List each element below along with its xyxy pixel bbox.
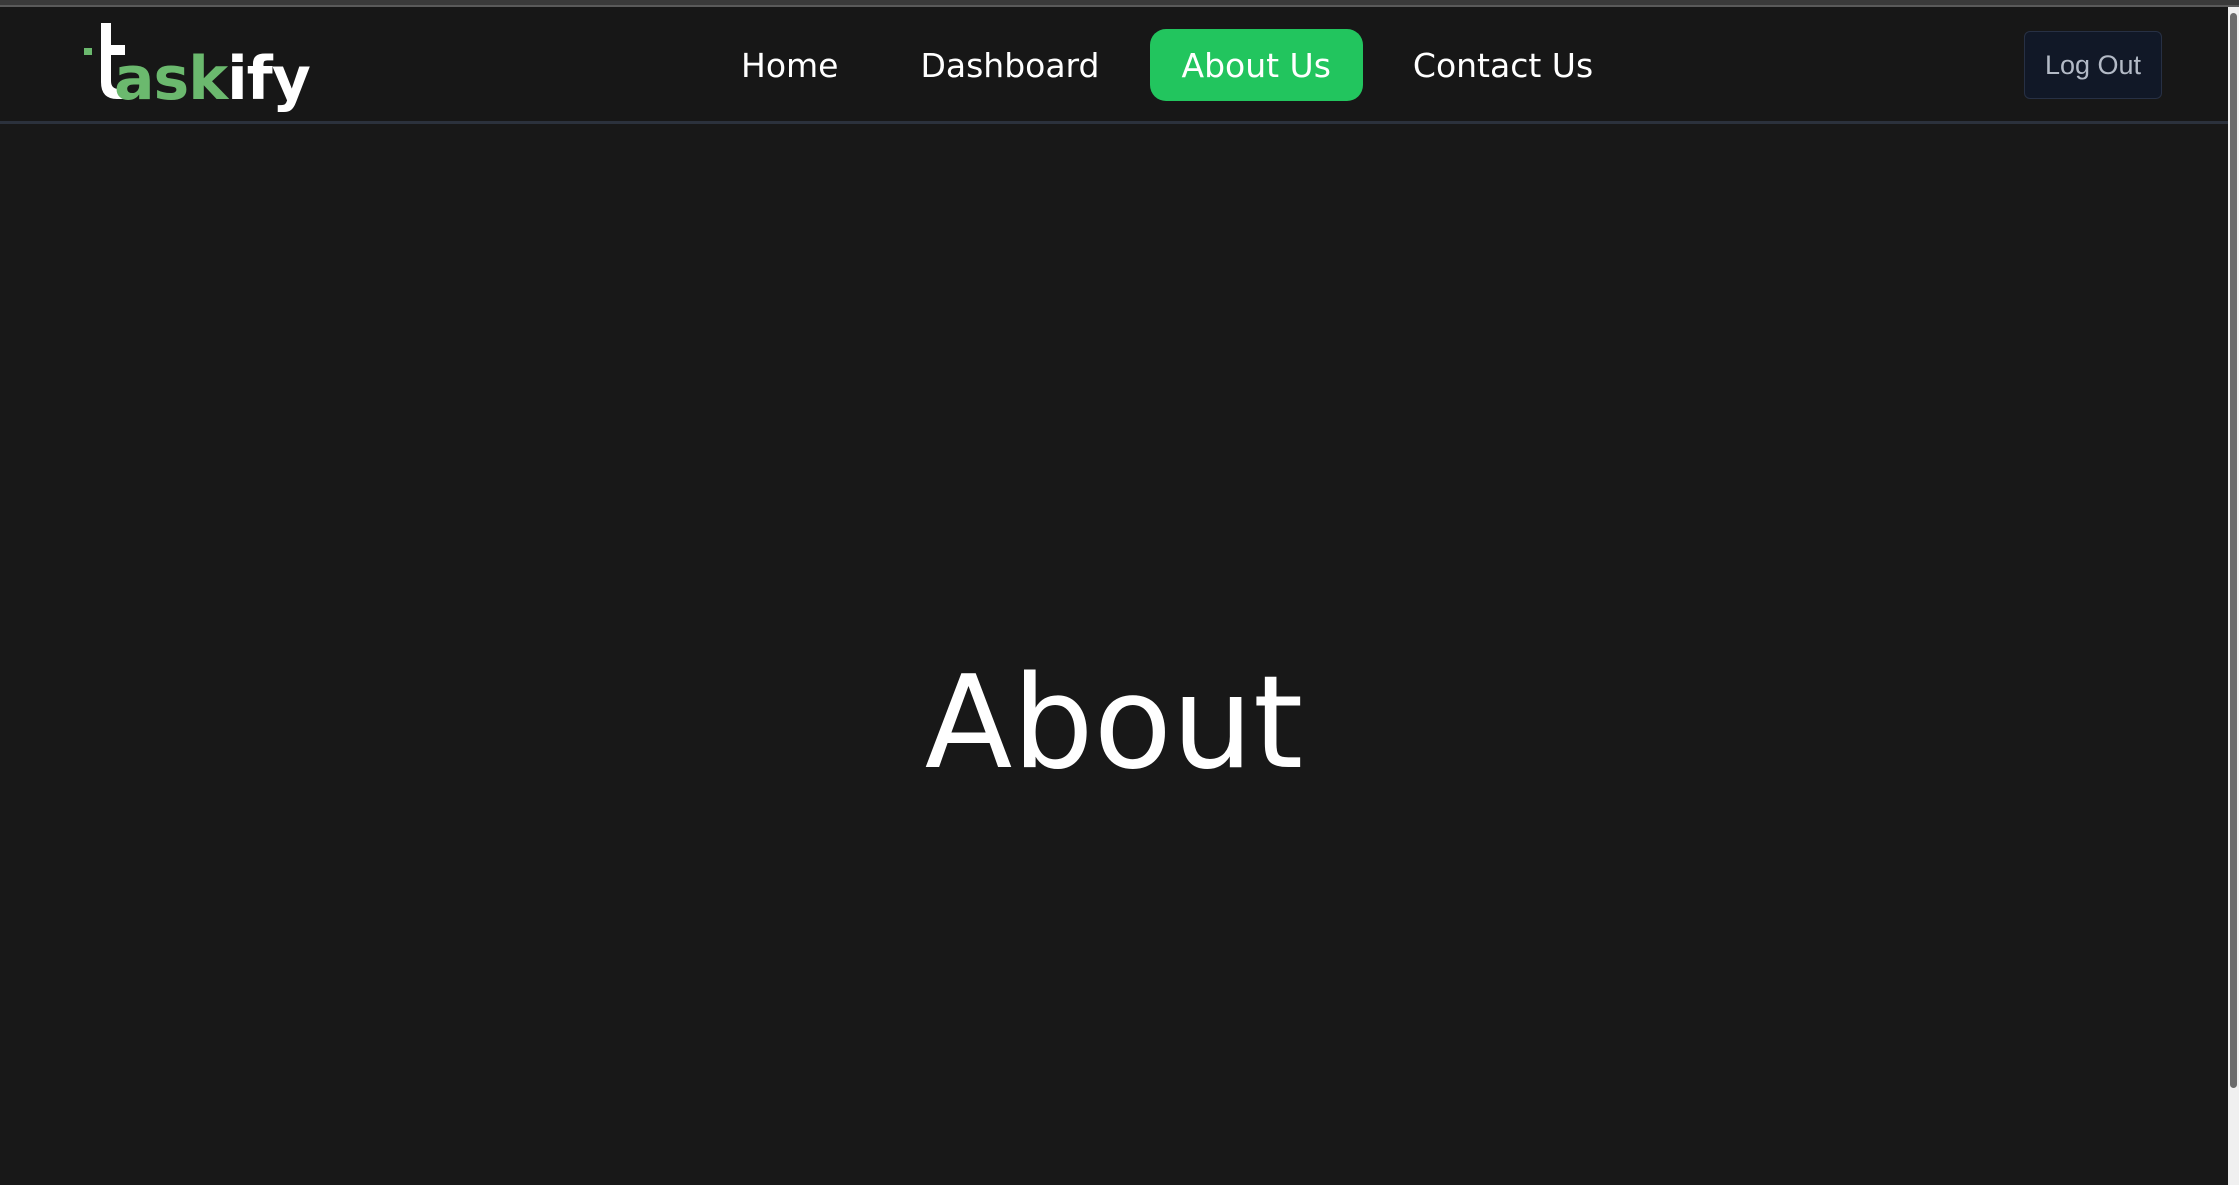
nav-home-link[interactable]: Home (709, 29, 870, 101)
nav-about-us-link[interactable]: About Us (1149, 29, 1363, 101)
navbar: askify Home Dashboard About Us Contact U… (0, 7, 2228, 124)
nav-dashboard-link[interactable]: Dashboard (888, 29, 1131, 101)
main-content: About (0, 127, 2228, 1185)
main-nav: Home Dashboard About Us Contact Us (700, 29, 1634, 101)
logo-text-green: ask (114, 44, 228, 114)
scrollbar-thumb[interactable] (2230, 13, 2237, 1088)
page-title: About (924, 649, 1304, 798)
taskify-logo[interactable]: askify (64, 21, 311, 117)
vertical-scrollbar[interactable] (2228, 7, 2239, 1185)
browser-top-strip (0, 0, 2239, 7)
log-out-button[interactable]: Log Out (2024, 31, 2162, 99)
logo-text-white: ify (227, 44, 311, 114)
nav-contact-us-link[interactable]: Contact Us (1381, 29, 1625, 101)
